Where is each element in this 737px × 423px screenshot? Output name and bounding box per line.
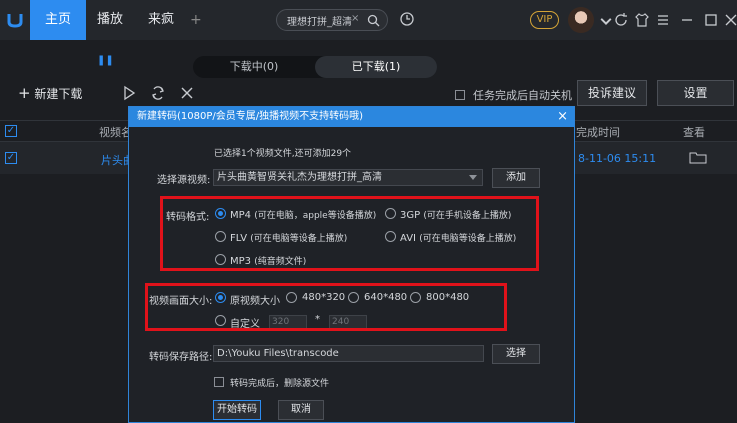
format-highlight-box: [160, 196, 539, 271]
play-icon[interactable]: [121, 85, 137, 101]
select-all-checkbox[interactable]: ✓: [5, 125, 17, 137]
history-icon[interactable]: [399, 11, 415, 27]
search-box[interactable]: 理想打拼_超清 ×: [276, 9, 388, 31]
maximize-icon[interactable]: [703, 12, 719, 28]
add-tab-button[interactable]: +: [190, 0, 202, 40]
delete-source-checkbox[interactable]: [214, 377, 224, 387]
size-highlight-box: [145, 283, 507, 331]
skin-icon[interactable]: [634, 12, 650, 28]
dialog-close-icon[interactable]: ×: [557, 107, 568, 127]
feedback-button[interactable]: 投诉建议: [577, 80, 647, 106]
header-finish-time: 完成时间: [576, 126, 620, 139]
clear-search-icon[interactable]: ×: [351, 13, 359, 24]
save-path-input[interactable]: D:\Youku Files\transcode: [213, 345, 484, 362]
add-button[interactable]: 添加: [492, 168, 540, 188]
tab-downloaded[interactable]: 已下载(1): [315, 56, 437, 78]
tab-downloading[interactable]: 下载中(0): [193, 56, 315, 78]
avatar[interactable]: [568, 7, 594, 33]
selected-info: 已选择1个视频文件,还可添加29个: [214, 149, 352, 159]
source-label: 选择源视频:: [157, 175, 211, 186]
top-bar: 主页 播放 ❚❚ 来疯 + 理想打拼_超清 × VIP: [0, 0, 737, 66]
pause-icon: ❚❚: [97, 55, 114, 66]
settings-button[interactable]: 设置: [657, 80, 734, 106]
auto-shutdown-checkbox[interactable]: [455, 90, 465, 100]
path-label: 转码保存路径:: [149, 352, 213, 363]
vip-badge[interactable]: VIP: [530, 11, 559, 29]
auto-shutdown-label: 任务完成后自动关机: [473, 89, 572, 102]
plus-icon: +: [18, 84, 31, 102]
youku-logo[interactable]: [0, 0, 30, 40]
cancel-button[interactable]: 取消: [278, 400, 324, 420]
delete-icon[interactable]: [179, 85, 195, 101]
folder-icon[interactable]: [689, 151, 707, 164]
source-video-value: 片头曲黄智贤关礼杰为理想打拼_高清: [217, 172, 382, 183]
tab-play[interactable]: 播放 ❚❚: [97, 0, 139, 66]
close-icon[interactable]: [723, 12, 737, 28]
chevron-down-icon: [469, 175, 477, 180]
source-video-select[interactable]: 片头曲黄智贤关礼杰为理想打拼_高清: [213, 169, 483, 186]
search-input[interactable]: 理想打拼_超清: [287, 13, 352, 28]
tab-play-label: 播放: [97, 12, 124, 27]
convert-icon[interactable]: [150, 85, 166, 101]
search-icon[interactable]: [367, 14, 380, 27]
menu-icon[interactable]: [655, 12, 671, 28]
delete-source-label: 转码完成后，删除源文件: [230, 379, 330, 389]
transcode-dialog: 新建转码(1080P/会员专属/独播视频不支持转码哦) × 已选择1个视频文件,…: [128, 106, 575, 423]
dialog-title: 新建转码(1080P/会员专属/独播视频不支持转码哦): [129, 107, 574, 127]
browse-button[interactable]: 选择: [492, 344, 540, 364]
header-view: 查看: [683, 126, 705, 139]
tab-laifeng[interactable]: 来疯: [148, 0, 178, 40]
new-download-button[interactable]: + 新建下载: [18, 81, 98, 105]
auto-shutdown-option[interactable]: 任务完成后自动关机: [455, 87, 572, 103]
refresh-icon[interactable]: [613, 12, 629, 28]
chevron-down-icon[interactable]: [598, 14, 614, 30]
row-finish-time: 8-11-06 15:11: [578, 152, 657, 165]
minimize-icon[interactable]: [679, 12, 695, 28]
start-transcode-button[interactable]: 开始转码: [213, 400, 261, 420]
row-checkbox[interactable]: ✓: [5, 152, 17, 164]
tab-home[interactable]: 主页: [30, 0, 86, 40]
new-download-label: 新建下载: [34, 87, 83, 101]
download-subtabs: 下载中(0) 已下载(1): [193, 56, 437, 78]
